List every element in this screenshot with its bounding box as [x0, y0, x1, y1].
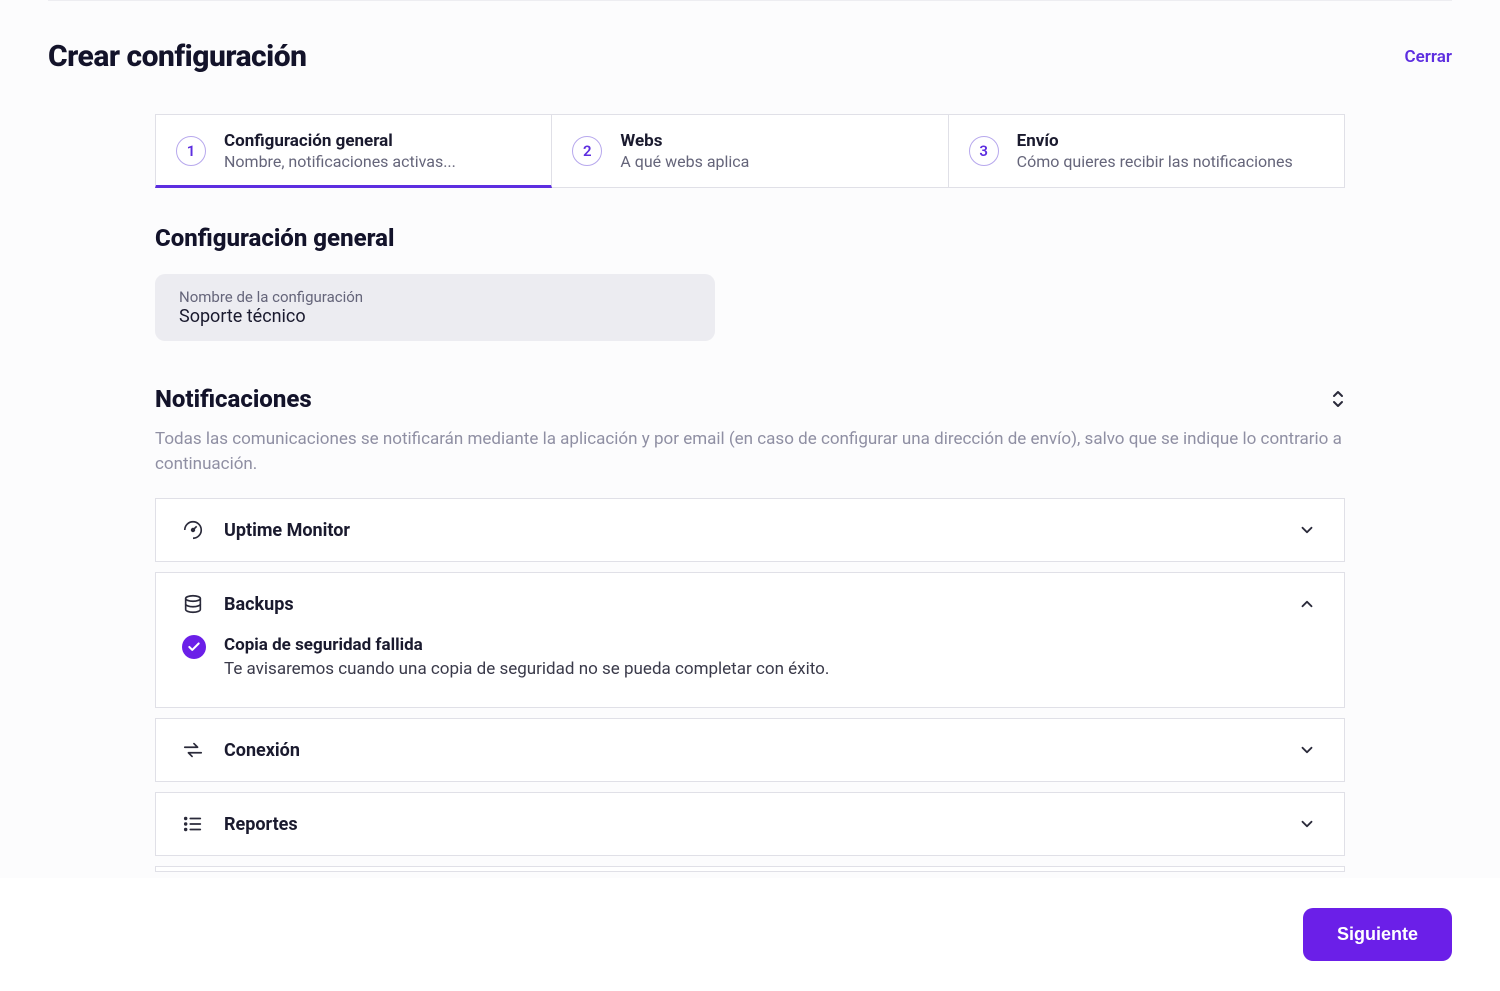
panel-head-backups[interactable]: Backups — [156, 573, 1344, 635]
notification-option-title: Copia de seguridad fallida — [224, 635, 829, 655]
panel-title: Uptime Monitor — [224, 520, 1276, 541]
config-name-field[interactable]: Nombre de la configuración Soporte técni… — [155, 274, 715, 341]
close-link[interactable]: Cerrar — [1405, 47, 1452, 67]
step-title: Envío — [1017, 131, 1293, 151]
expand-collapse-all-icon[interactable] — [1331, 390, 1345, 408]
panel-body-backups: Copia de seguridad fallida Te avisaremos… — [156, 635, 1344, 707]
step-title: Webs — [620, 131, 749, 151]
panel-conexion: Conexión — [155, 718, 1345, 782]
panel-uptime: Uptime Monitor — [155, 498, 1345, 562]
footer-bar: Siguiente — [0, 878, 1500, 991]
section-heading-notifications: Notificaciones — [155, 385, 312, 413]
config-name-value: Soporte técnico — [179, 306, 691, 327]
panel-reportes: Reportes — [155, 792, 1345, 856]
panel-backups: Backups Copia de seguridad fallida Te av… — [155, 572, 1345, 708]
chevron-down-icon — [1296, 739, 1318, 761]
notifications-description: Todas las comunicaciones se notificarán … — [155, 427, 1345, 476]
notification-option-desc: Te avisaremos cuando una copia de seguri… — [224, 659, 829, 679]
step-title: Configuración general — [224, 131, 456, 151]
step-tab-envio[interactable]: 3 Envío Cómo quieres recibir las notific… — [949, 114, 1345, 188]
step-number: 2 — [572, 136, 602, 166]
step-number: 3 — [969, 136, 999, 166]
chevron-down-icon — [1296, 519, 1318, 541]
section-heading-general: Configuración general — [155, 224, 1345, 252]
step-subtitle: Cómo quieres recibir las notificaciones — [1017, 152, 1293, 171]
notification-option-backup-failed: Copia de seguridad fallida Te avisaremos… — [182, 635, 1318, 679]
step-subtitle: A qué webs aplica — [620, 152, 749, 171]
panel-title: Conexión — [224, 740, 1276, 761]
chevron-down-icon — [1296, 813, 1318, 835]
step-tab-webs[interactable]: 2 Webs A qué webs aplica — [552, 114, 948, 188]
step-subtitle: Nombre, notificaciones activas... — [224, 152, 456, 171]
panel-partial — [155, 866, 1345, 872]
gauge-icon — [182, 519, 204, 541]
panel-head-uptime[interactable]: Uptime Monitor — [156, 499, 1344, 561]
transfer-icon — [182, 739, 204, 761]
step-tabs: 1 Configuración general Nombre, notifica… — [155, 114, 1345, 188]
next-button[interactable]: Siguiente — [1303, 908, 1452, 961]
page-title: Crear configuración — [48, 39, 307, 74]
step-number: 1 — [176, 136, 206, 166]
panel-head-reportes[interactable]: Reportes — [156, 793, 1344, 855]
panel-head-conexion[interactable]: Conexión — [156, 719, 1344, 781]
list-icon — [182, 813, 204, 835]
panel-title: Backups — [224, 594, 1276, 615]
step-tab-general[interactable]: 1 Configuración general Nombre, notifica… — [155, 114, 552, 188]
database-icon — [182, 593, 204, 615]
panel-title: Reportes — [224, 814, 1276, 835]
checkbox-checked-icon[interactable] — [182, 635, 206, 659]
page-header: Crear configuración Cerrar — [48, 0, 1452, 114]
chevron-up-icon — [1296, 593, 1318, 615]
config-name-label: Nombre de la configuración — [179, 288, 691, 306]
